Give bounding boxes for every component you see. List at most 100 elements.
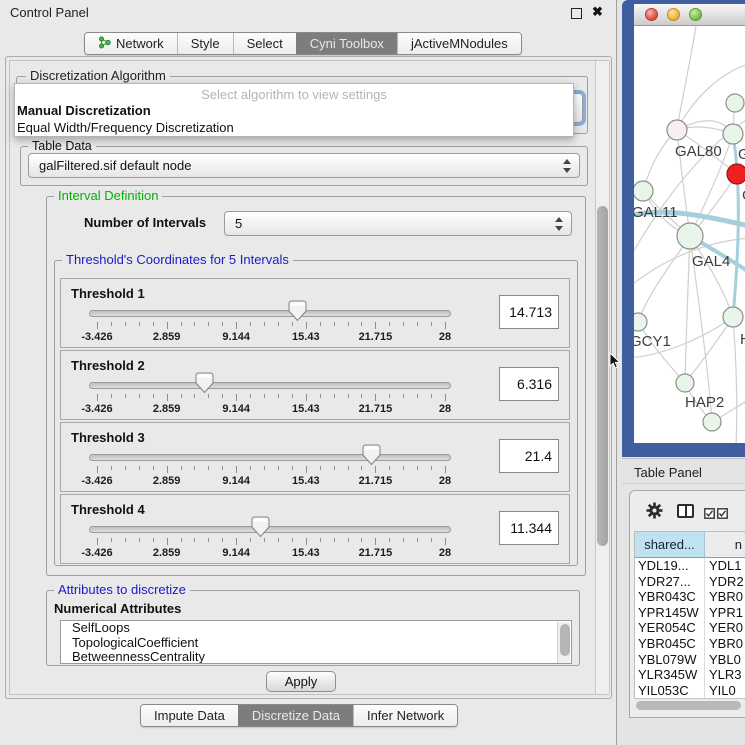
table-hscrollbar-thumb[interactable] (636, 701, 741, 710)
tab-infer-network[interactable]: Infer Network (353, 705, 457, 726)
threshold-slider-track[interactable] (89, 454, 451, 461)
network-node-gal11[interactable] (634, 181, 653, 201)
network-canvas[interactable]: GAL80GCGAL11GAL4GCY1HHAP2 (634, 26, 745, 443)
cell-shared-name: YPR145W (635, 605, 705, 621)
table-row[interactable]: YIL053CYIL0 (635, 683, 745, 698)
tab-label: Style (191, 36, 220, 51)
network-node-c[interactable] (727, 164, 745, 184)
column-header-shared-name[interactable]: shared... (635, 532, 705, 558)
table-row[interactable]: YPR145WYPR1 (635, 605, 745, 621)
table-row[interactable]: YER054CYER0 (635, 620, 745, 636)
table-row[interactable]: YDL19...YDL1 (635, 558, 745, 574)
attributes-scrollbar[interactable] (557, 622, 570, 664)
tick-label: 21.715 (359, 475, 393, 487)
threshold-value-field[interactable]: 21.4 (499, 439, 559, 473)
attribute-item-topologicalcoefficient[interactable]: TopologicalCoefficient (61, 636, 571, 651)
table-data-combobox[interactable]: galFiltered.sif default node (28, 153, 580, 178)
tick-label: 9.144 (222, 331, 250, 343)
table-row[interactable]: YDR27...YDR2 (635, 574, 745, 590)
column-header-name[interactable]: n (705, 532, 745, 558)
threshold-slider-thumb[interactable] (362, 444, 381, 466)
tab-label: Impute Data (154, 708, 225, 723)
threshold-slider-thumb[interactable] (251, 516, 270, 538)
apply-button[interactable]: Apply (266, 671, 336, 692)
threshold-panel-4: Threshold 4-3.4262.8599.14415.4321.71528… (60, 494, 570, 564)
tab-label: jActiveMNodules (411, 36, 508, 51)
tick-label: 21.715 (359, 547, 393, 559)
dropdown-option-manual-discretization[interactable]: Manual Discretization (15, 102, 573, 119)
tick-label: 9.144 (222, 475, 250, 487)
threshold-slider-track[interactable] (89, 310, 451, 317)
attributes-scrollbar-thumb[interactable] (560, 624, 570, 656)
network-node-hap2[interactable] (676, 374, 694, 392)
slider-ticks (97, 322, 445, 330)
threshold-value-field[interactable]: 6.316 (499, 367, 559, 401)
mac-minimize-icon[interactable] (667, 8, 680, 21)
mac-zoom-icon[interactable] (689, 8, 702, 21)
table-row[interactable]: YBR043CYBR0 (635, 589, 745, 605)
control-panel-window: Control Panel ✖ NetworkStyleSelectCyni T… (0, 0, 617, 745)
gear-icon[interactable] (646, 502, 663, 524)
tab-label: Infer Network (367, 708, 444, 723)
tab-impute-data[interactable]: Impute Data (141, 705, 238, 726)
table-row[interactable]: YLR345WYLR3 (635, 667, 745, 683)
tick-label: 2.859 (153, 547, 181, 559)
slider-tick-labels: -3.4262.8599.14415.4321.71528 (97, 547, 445, 559)
threshold-value-field[interactable]: 11.344 (499, 511, 559, 545)
attributes-group-title: Attributes to discretize (54, 583, 190, 597)
float-icon[interactable] (571, 8, 582, 19)
tab-style[interactable]: Style (177, 33, 233, 54)
checked-box-icon[interactable] (704, 506, 715, 524)
tab-cyni-toolbox[interactable]: Cyni Toolbox (296, 33, 397, 54)
cell-name: YBL0 (705, 652, 745, 668)
network-node-label: H (740, 331, 745, 348)
network-window-titlebar[interactable] (634, 4, 745, 26)
tab-select[interactable]: Select (233, 33, 296, 54)
attribute-item-betweennesscentrality[interactable]: BetweennessCentrality (61, 650, 571, 664)
network-node-g[interactable] (723, 124, 743, 144)
node-attribute-table[interactable]: shared... n YDL19...YDL1YDR27...YDR2YBR0… (634, 531, 745, 698)
threshold-slider-thumb[interactable] (288, 300, 307, 322)
mac-close-icon[interactable] (645, 8, 658, 21)
tab-discretize-data[interactable]: Discretize Data (238, 705, 353, 726)
tick-label: 2.859 (153, 475, 181, 487)
close-icon[interactable]: ✖ (592, 4, 603, 20)
cell-name: YIL0 (705, 683, 745, 698)
checked-box-icon[interactable] (717, 506, 728, 524)
tick-label: 2.859 (153, 331, 181, 343)
tab-jactivemnodules[interactable]: jActiveMNodules (397, 33, 521, 54)
network-node-gcy1[interactable] (634, 313, 647, 331)
dropdown-option-equal-width-frequency-discretization[interactable]: Equal Width/Frequency Discretization (15, 119, 573, 136)
threshold-label: Threshold 1 (71, 286, 145, 301)
cell-name: YLR3 (705, 667, 745, 683)
tick-label: -3.426 (81, 331, 112, 343)
panel-scrollbar-thumb[interactable] (597, 206, 608, 546)
network-node-label: GCY1 (634, 333, 671, 350)
mouse-cursor (609, 352, 621, 375)
slider-ticks (97, 538, 445, 546)
table-hscrollbar[interactable] (634, 698, 745, 711)
network-node-gal80[interactable] (667, 120, 687, 140)
tab-label: Network (116, 36, 164, 51)
tick-label: 28 (439, 403, 451, 415)
threshold-panel-2: Threshold 2-3.4262.8599.14415.4321.71528… (60, 350, 570, 420)
threshold-slider-track[interactable] (89, 382, 451, 389)
threshold-value-field[interactable]: 14.713 (499, 295, 559, 329)
tab-network[interactable]: Network (85, 33, 177, 54)
network-node[interactable] (726, 94, 744, 112)
attribute-item-selfloops[interactable]: SelfLoops (61, 621, 571, 636)
table-row[interactable]: YBL079WYBL0 (635, 652, 745, 668)
network-node-gal4[interactable] (677, 223, 703, 249)
num-intervals-combobox[interactable]: 5 (224, 211, 572, 236)
tick-label: -3.426 (81, 547, 112, 559)
network-node-h[interactable] (723, 307, 743, 327)
table-panel-header: Table Panel (622, 458, 745, 484)
table-row[interactable]: YBR045CYBR0 (635, 636, 745, 652)
table-panel-title: Table Panel (634, 465, 702, 480)
numerical-attributes-list[interactable]: SelfLoopsTopologicalCoefficientBetweenne… (60, 620, 572, 664)
network-node[interactable] (703, 413, 721, 431)
split-columns-icon[interactable] (677, 504, 694, 518)
tick-label: 2.859 (153, 403, 181, 415)
threshold-slider-thumb[interactable] (195, 372, 214, 394)
network-node-label: GAL11 (634, 204, 678, 221)
